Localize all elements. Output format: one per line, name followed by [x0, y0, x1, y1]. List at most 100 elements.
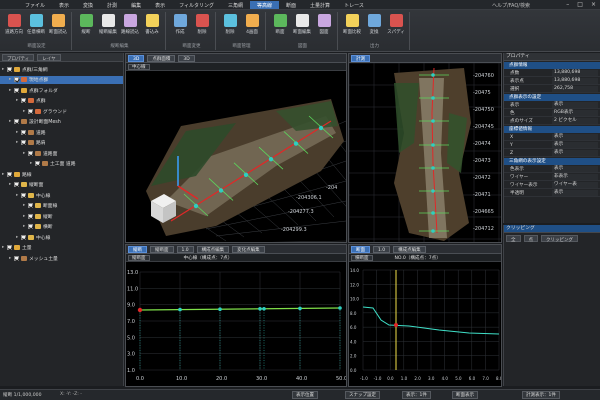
- minimize-icon[interactable]: –: [566, 1, 569, 8]
- menu-item[interactable]: 三角網: [221, 1, 250, 9]
- ribbon-button[interactable]: 削除: [220, 14, 240, 35]
- tab-layer[interactable]: レイヤ: [37, 53, 61, 62]
- tree-row[interactable]: ▸ 点群フォルダ: [0, 86, 123, 94]
- visibility-checkbox[interactable]: [21, 192, 26, 198]
- tree-row[interactable]: ▸ 点群/三角網: [0, 65, 123, 73]
- visibility-checkbox[interactable]: [21, 129, 26, 135]
- property-section-header[interactable]: 三角網の表示設定: [504, 158, 600, 165]
- tree-row[interactable]: ▸ 設計断面Mesh: [0, 118, 123, 126]
- visibility-checkbox[interactable]: [7, 245, 12, 250]
- tree-row[interactable]: ▸ 中心線: [0, 233, 123, 241]
- visibility-checkbox[interactable]: [14, 255, 19, 261]
- tree-row[interactable]: ▸ 道路面: [0, 149, 123, 157]
- cross-vertex-edit-button[interactable]: 構成点編集: [393, 245, 426, 253]
- tree-row[interactable]: ▸ 中心線: [0, 191, 123, 199]
- viewport-plan[interactable]: 計測 -204760 -20475 -204750 -204745 -20474 -204…: [348, 53, 502, 243]
- visibility-checkbox[interactable]: [14, 119, 19, 124]
- visibility-checkbox[interactable]: [14, 87, 19, 93]
- tab-section[interactable]: 断面: [351, 245, 370, 253]
- section-display-button[interactable]: 断面表示: [452, 391, 478, 399]
- measure-display-button[interactable]: 計測表示：1件: [522, 391, 560, 399]
- property-value[interactable]: RGB表示: [552, 110, 598, 116]
- clip-point-button[interactable]: 点: [523, 235, 538, 243]
- tree-row[interactable]: ▸ 縦断面: [0, 181, 123, 189]
- visibility-checkbox[interactable]: [21, 140, 26, 145]
- menu-item[interactable]: 等高線: [250, 1, 280, 9]
- vertex-edit-button[interactable]: 構成点編集: [196, 245, 230, 253]
- tree-row[interactable]: ▸ グラウンド: [0, 107, 123, 115]
- property-value[interactable]: 13,880,698: [552, 78, 598, 84]
- tab-area[interactable]: 点群面積: [147, 54, 176, 62]
- ribbon-button[interactable]: 任意横断: [26, 14, 46, 35]
- visibility-checkbox[interactable]: [21, 234, 26, 240]
- tab-measure[interactable]: 計測: [351, 54, 370, 62]
- property-value[interactable]: 13,880,698: [552, 70, 598, 76]
- visibility-checkbox[interactable]: [28, 150, 33, 156]
- visibility-checkbox[interactable]: [14, 77, 19, 82]
- scale-select[interactable]: 1.0: [176, 245, 194, 253]
- tree-row[interactable]: ▸ 土量: [0, 244, 123, 252]
- tab-profile[interactable]: 縦断: [128, 245, 147, 253]
- property-value[interactable]: 2 ピクセル: [552, 118, 598, 124]
- ribbon-button[interactable]: 図面: [314, 14, 334, 35]
- profile-dropdown[interactable]: 縦断面: [128, 254, 150, 261]
- clipping-button[interactable]: クリッピング: [541, 235, 578, 243]
- ribbon-button[interactable]: 4画面: [242, 14, 262, 35]
- ribbon-button[interactable]: 縦断: [76, 14, 96, 35]
- property-value[interactable]: 262,758: [552, 86, 598, 92]
- tree-row[interactable]: ▸ 点群: [0, 97, 123, 105]
- ribbon-button[interactable]: 断面編集: [292, 14, 312, 35]
- ribbon-button[interactable]: 縦断編集: [98, 14, 118, 35]
- tab-long[interactable]: 縦断面: [150, 245, 174, 253]
- tree-row[interactable]: ▸ 断面線: [0, 202, 123, 210]
- plan-view[interactable]: -204760 -20475 -204750 -204745 -20474 -20473 -…: [349, 63, 501, 242]
- tree-row[interactable]: ▸ 路肩: [0, 139, 123, 147]
- tree-row[interactable]: ▸ 道路: [0, 128, 123, 136]
- visibility-checkbox[interactable]: [7, 171, 12, 177]
- change-point-edit-button[interactable]: 変化点編集: [232, 245, 265, 253]
- visibility-checkbox[interactable]: [14, 182, 19, 187]
- tree-row[interactable]: ▸ 路線: [0, 170, 123, 178]
- visibility-checkbox[interactable]: [28, 224, 33, 229]
- menu-item[interactable]: 変換: [76, 1, 100, 9]
- menu-item[interactable]: 断面: [279, 1, 303, 9]
- menu-item[interactable]: 表示: [148, 1, 172, 9]
- cross-scale-select[interactable]: 1.0: [373, 245, 391, 253]
- tree-row[interactable]: ▸ 現地点群: [0, 75, 123, 84]
- tree-row[interactable]: ▸ 横断: [0, 223, 123, 231]
- menu-item[interactable]: 計測: [100, 1, 124, 9]
- property-value[interactable]: 表示: [552, 102, 598, 108]
- menu-item[interactable]: トレース: [337, 1, 371, 9]
- ribbon-button[interactable]: 作成: [170, 14, 190, 35]
- property-value[interactable]: 表示: [552, 142, 598, 148]
- property-value[interactable]: 表示: [552, 134, 598, 140]
- property-section-header[interactable]: 座標値情報: [504, 126, 600, 133]
- property-section-header[interactable]: 点群情報: [504, 62, 600, 69]
- visibility-checkbox[interactable]: [35, 161, 40, 166]
- visibility-checkbox[interactable]: [7, 66, 12, 72]
- menu-item[interactable]: 編集: [124, 1, 148, 9]
- tab-3d[interactable]: 3D: [128, 54, 145, 62]
- viewport-3d[interactable]: 3D 点群面積 3D 中心線 -204277.3 -204306.1 -2042…: [125, 53, 347, 243]
- tree-row[interactable]: ▸ メッシュ土量: [0, 254, 123, 262]
- property-value[interactable]: 表示: [552, 166, 598, 172]
- property-value[interactable]: ワイヤー表: [552, 182, 598, 188]
- display-count-button[interactable]: 表示：1件: [402, 391, 431, 399]
- property-section-header[interactable]: 点群表示の設定: [504, 94, 600, 101]
- tree-row[interactable]: ▸ 縦断: [0, 212, 123, 220]
- menu-item[interactable]: 土量計算: [303, 1, 337, 9]
- ribbon-button[interactable]: 道路方向: [4, 14, 24, 35]
- display-position-button[interactable]: 表示位置: [292, 391, 318, 399]
- menu-item[interactable]: フィルタリング: [172, 1, 221, 9]
- snap-settings-button[interactable]: スナップ設定: [345, 391, 380, 399]
- visibility-checkbox[interactable]: [21, 98, 26, 103]
- cross-dropdown[interactable]: 横断面: [351, 254, 373, 261]
- maximize-icon[interactable]: □: [577, 1, 583, 8]
- menu-item[interactable]: 表示: [52, 1, 76, 9]
- ribbon-button[interactable]: 断面読込: [48, 14, 68, 35]
- ribbon-button[interactable]: 変換: [364, 14, 384, 35]
- visibility-checkbox[interactable]: [28, 108, 33, 114]
- clip-all-button[interactable]: 全: [506, 235, 521, 243]
- ribbon-button[interactable]: 断面: [270, 14, 290, 35]
- help-search-label[interactable]: ヘルプ/FAQ/検索: [492, 2, 530, 9]
